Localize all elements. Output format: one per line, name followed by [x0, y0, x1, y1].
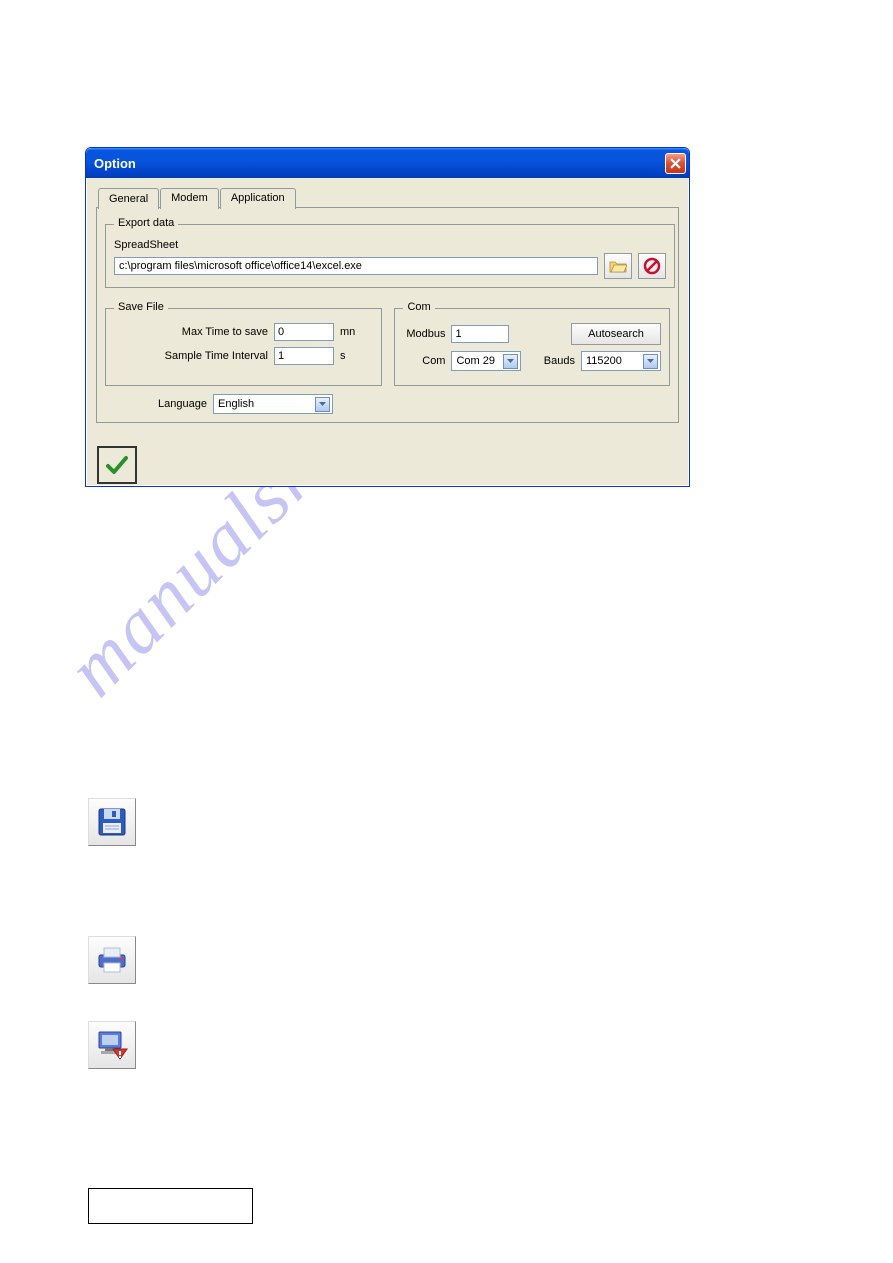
interval-unit: s: [334, 350, 346, 362]
browse-button[interactable]: [604, 253, 632, 279]
checkmark-icon: [104, 452, 130, 478]
close-button[interactable]: [665, 153, 686, 174]
spreadsheet-path-input[interactable]: [114, 257, 598, 275]
floppy-disk-icon: [96, 806, 128, 838]
max-time-row: Max Time to save mn: [114, 323, 373, 341]
interval-input[interactable]: [274, 347, 334, 365]
max-time-unit: mn: [334, 326, 355, 338]
language-row: Language English: [153, 394, 670, 414]
chevron-down-icon: [503, 354, 518, 369]
bauds-label: Bauds: [539, 355, 581, 367]
language-select[interactable]: English: [213, 394, 333, 414]
com-group: Com Modbus Autosearch Com Com 29: [394, 308, 670, 386]
tab-row: General Modem Application: [98, 188, 679, 209]
autosearch-button[interactable]: Autosearch: [571, 323, 661, 345]
titlebar[interactable]: Option: [86, 148, 689, 178]
bauds-value: 115200: [586, 355, 622, 367]
com-value: Com 29: [456, 355, 495, 367]
client-area: General Modem Application Export data Sp…: [86, 178, 689, 431]
printer-icon: [95, 945, 129, 975]
com-label: Com: [403, 355, 451, 367]
lower-row: Save File Max Time to save mn Sample Tim…: [105, 302, 670, 386]
watchdog-button[interactable]: [88, 1021, 136, 1069]
modbus-input[interactable]: [451, 325, 509, 343]
language-value: English: [218, 398, 254, 410]
save-to-disk-button[interactable]: [88, 798, 136, 846]
max-time-label: Max Time to save: [114, 326, 274, 338]
com-select[interactable]: Com 29: [451, 351, 521, 371]
chevron-down-icon: [315, 397, 330, 412]
save-group-title: Save File: [114, 301, 168, 313]
interval-row: Sample Time Interval s: [114, 347, 373, 365]
save-file-group: Save File Max Time to save mn Sample Tim…: [105, 308, 382, 386]
export-row: [114, 253, 666, 279]
com-group-title: Com: [403, 301, 434, 313]
tab-content: Export data SpreadSheet: [96, 207, 679, 423]
empty-box: [88, 1188, 253, 1224]
folder-icon: [609, 259, 627, 273]
option-dialog: Option General Modem Application Export …: [85, 147, 690, 487]
tab-application[interactable]: Application: [220, 188, 296, 209]
chevron-down-icon: [643, 354, 658, 369]
dialog-title: Option: [94, 156, 136, 171]
bauds-select[interactable]: 115200: [581, 351, 661, 371]
comport-row: Com Com 29 Bauds 115200: [403, 351, 661, 371]
prohibit-icon: [643, 257, 661, 275]
language-label: Language: [153, 398, 213, 410]
ok-button[interactable]: [97, 446, 137, 484]
modbus-label: Modbus: [403, 328, 451, 340]
export-data-group: Export data SpreadSheet: [105, 224, 675, 288]
print-button[interactable]: [88, 936, 136, 984]
max-time-input[interactable]: [274, 323, 334, 341]
tab-general[interactable]: General: [98, 188, 159, 209]
interval-label: Sample Time Interval: [114, 350, 274, 362]
close-icon: [670, 158, 681, 169]
computer-alert-icon: [95, 1029, 129, 1061]
clear-button[interactable]: [638, 253, 666, 279]
modbus-row: Modbus Autosearch: [403, 323, 661, 345]
export-group-title: Export data: [114, 217, 178, 229]
tab-modem[interactable]: Modem: [160, 188, 219, 209]
spreadsheet-label: SpreadSheet: [114, 239, 666, 251]
